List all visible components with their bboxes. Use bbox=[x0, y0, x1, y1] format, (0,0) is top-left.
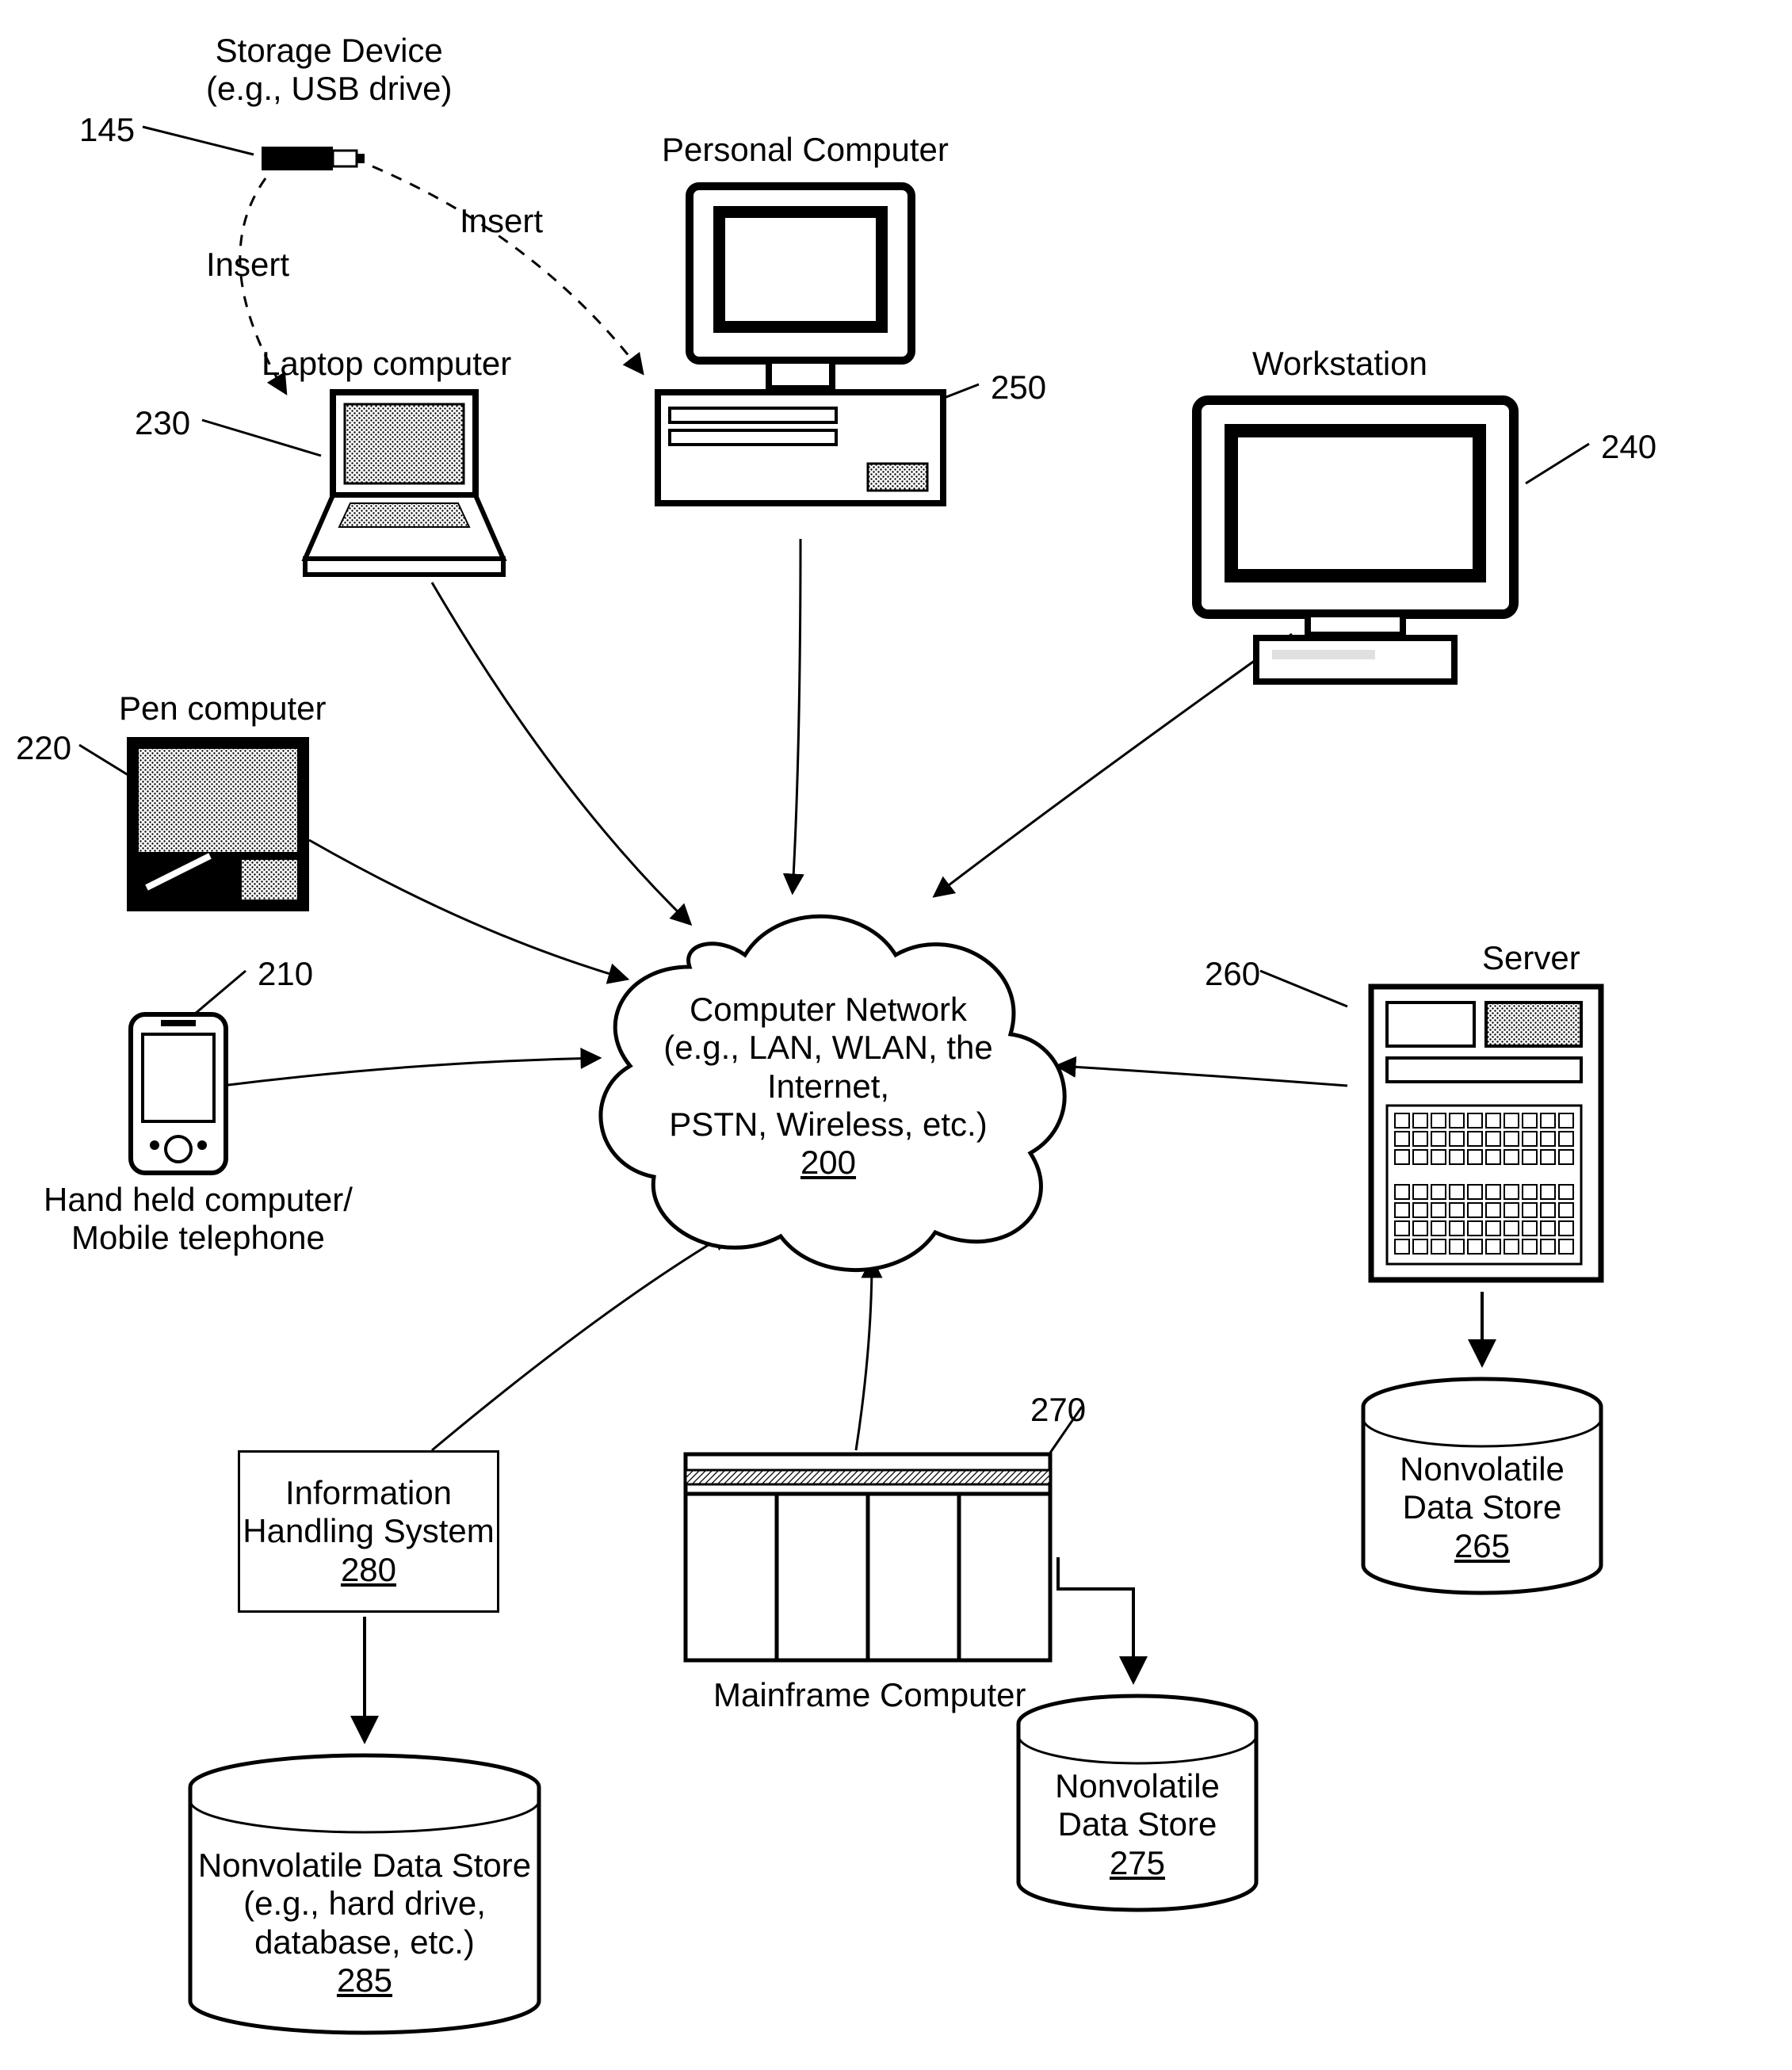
mainframe-label: Mainframe Computer bbox=[713, 1676, 1026, 1714]
pen-icon bbox=[123, 733, 313, 915]
server-icon bbox=[1363, 979, 1609, 1288]
workstation-label: Workstation bbox=[1252, 345, 1427, 383]
cloud-text: Computer Network (e.g., LAN, WLAN, the I… bbox=[658, 991, 999, 1182]
ds-mainframe-line1: Nonvolatile bbox=[1055, 1767, 1220, 1805]
server-ref: 260 bbox=[1205, 955, 1260, 993]
mainframe-icon bbox=[682, 1450, 1054, 1672]
insert-label-right: Insert bbox=[460, 202, 543, 240]
insert-label-left: Insert bbox=[206, 246, 289, 284]
pc-label: Personal Computer bbox=[662, 131, 949, 169]
workstation-icon bbox=[1165, 392, 1546, 693]
ds-ihs-line2: (e.g., hard drive, bbox=[243, 1885, 486, 1922]
storage-ref: 145 bbox=[79, 111, 135, 149]
cloud-line1: Computer Network bbox=[690, 991, 967, 1028]
cloud-line2: (e.g., LAN, WLAN, the Internet, bbox=[663, 1029, 993, 1104]
ds-ihs-line3: database, etc.) bbox=[254, 1923, 475, 1961]
laptop-label: Laptop computer bbox=[262, 345, 511, 383]
ds-server-line1: Nonvolatile bbox=[1400, 1450, 1565, 1488]
ihs-box: Information Handling System 280 bbox=[238, 1450, 499, 1613]
ds-mainframe-line2: Data Store bbox=[1058, 1805, 1217, 1843]
ds-ihs-text: Nonvolatile Data Store (e.g., hard drive… bbox=[182, 1847, 547, 1999]
pen-ref: 220 bbox=[16, 729, 71, 767]
ds-ihs-ref: 285 bbox=[337, 1961, 392, 1999]
ds-server-line2: Data Store bbox=[1403, 1488, 1562, 1526]
ds-ihs-line1: Nonvolatile Data Store bbox=[198, 1847, 531, 1884]
usb-icon bbox=[258, 135, 376, 182]
ihs-line1: Information bbox=[285, 1474, 452, 1512]
pen-label: Pen computer bbox=[119, 689, 326, 728]
cloud-ref: 200 bbox=[800, 1144, 856, 1181]
ds-mainframe-ref: 275 bbox=[1110, 1844, 1165, 1881]
server-label: Server bbox=[1482, 939, 1580, 977]
workstation-ref: 240 bbox=[1601, 428, 1656, 466]
ihs-ref: 280 bbox=[341, 1551, 396, 1589]
pc-icon bbox=[642, 178, 959, 535]
handheld-label: Hand held computer/ Mobile telephone bbox=[44, 1181, 353, 1258]
ihs-line2: Handling System bbox=[243, 1512, 494, 1550]
handheld-icon bbox=[123, 1010, 234, 1177]
ds-server-ref: 265 bbox=[1454, 1527, 1510, 1564]
laptop-ref: 230 bbox=[135, 404, 190, 442]
pc-ref: 250 bbox=[991, 369, 1046, 407]
cloud-line3: PSTN, Wireless, etc.) bbox=[669, 1106, 987, 1143]
handheld-ref: 210 bbox=[258, 955, 313, 993]
laptop-icon bbox=[301, 388, 507, 586]
ds-server-text: Nonvolatile Data Store 265 bbox=[1355, 1450, 1609, 1565]
ds-mainframe-text: Nonvolatile Data Store 275 bbox=[1011, 1767, 1264, 1882]
storage-label: Storage Device (e.g., USB drive) bbox=[206, 32, 452, 109]
mainframe-ref: 270 bbox=[1030, 1391, 1086, 1429]
